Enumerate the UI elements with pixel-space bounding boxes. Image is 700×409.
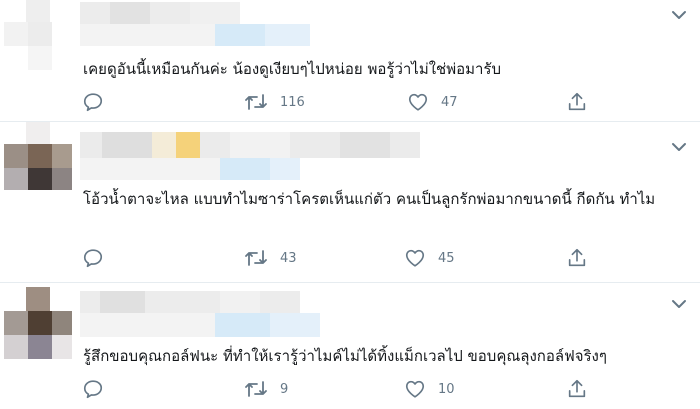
like-icon <box>405 380 425 398</box>
chevron-down-icon[interactable] <box>670 297 688 311</box>
retweet-icon <box>245 381 267 397</box>
like-button[interactable]: 47 <box>407 90 458 114</box>
retweet-button[interactable]: 9 <box>244 377 288 401</box>
chevron-down-icon[interactable] <box>670 8 688 22</box>
like-icon <box>405 249 425 267</box>
tweet-text: เคยดูอันนี้เหมือนกันค่ะ น้องดูเงียบๆไปหน… <box>83 60 502 78</box>
reply-icon <box>83 380 103 399</box>
retweet-count: 43 <box>280 250 297 266</box>
tweet-actions: 116 47 <box>0 90 700 114</box>
share-icon <box>568 379 586 398</box>
share-icon <box>568 248 586 267</box>
share-button[interactable] <box>566 377 588 401</box>
like-button[interactable]: 45 <box>404 246 455 270</box>
tweet-1[interactable]: เคยดูอันนี้เหมือนกันค่ะ น้องดูเงียบๆไปหน… <box>0 0 700 120</box>
avatar[interactable] <box>4 0 72 70</box>
tweet-3[interactable]: รู้สึกขอบคุณกอล์ฟนะ ที่ทำให้เรารู้ว่าไมค… <box>0 283 700 409</box>
share-icon <box>568 92 586 111</box>
avatar[interactable] <box>4 287 72 359</box>
tweet-text: รู้สึกขอบคุณกอล์ฟนะ ที่ทำให้เรารู้ว่าไมค… <box>83 347 607 365</box>
tweet-text: โอ้วน้ำตาจะไหล แบบทำไมซาร่าโครตเห็นแก่ตั… <box>83 190 656 208</box>
avatar[interactable] <box>4 122 72 190</box>
like-count: 45 <box>438 250 455 266</box>
reply-icon <box>83 93 103 112</box>
retweet-button[interactable]: 116 <box>244 90 305 114</box>
reply-icon <box>83 249 103 268</box>
tweet-2[interactable]: โอ้วน้ำตาจะไหล แบบทำไมซาร่าโครตเห็นแก่ตั… <box>0 122 700 282</box>
reply-button[interactable] <box>82 246 104 270</box>
tweet-actions: 43 45 <box>0 246 700 270</box>
share-button[interactable] <box>566 246 588 270</box>
retweet-icon <box>245 94 267 110</box>
retweet-button[interactable]: 43 <box>244 246 297 270</box>
retweet-icon <box>245 250 267 266</box>
retweet-count: 9 <box>280 381 289 397</box>
like-button[interactable]: 10 <box>404 377 455 401</box>
chevron-down-icon[interactable] <box>670 140 688 154</box>
retweet-count: 116 <box>280 94 305 110</box>
like-icon <box>408 93 428 111</box>
reply-button[interactable] <box>82 90 104 114</box>
share-button[interactable] <box>566 90 588 114</box>
like-count: 10 <box>438 381 455 397</box>
tweet-actions: 9 10 <box>0 377 700 401</box>
reply-button[interactable] <box>82 377 104 401</box>
like-count: 47 <box>441 94 458 110</box>
